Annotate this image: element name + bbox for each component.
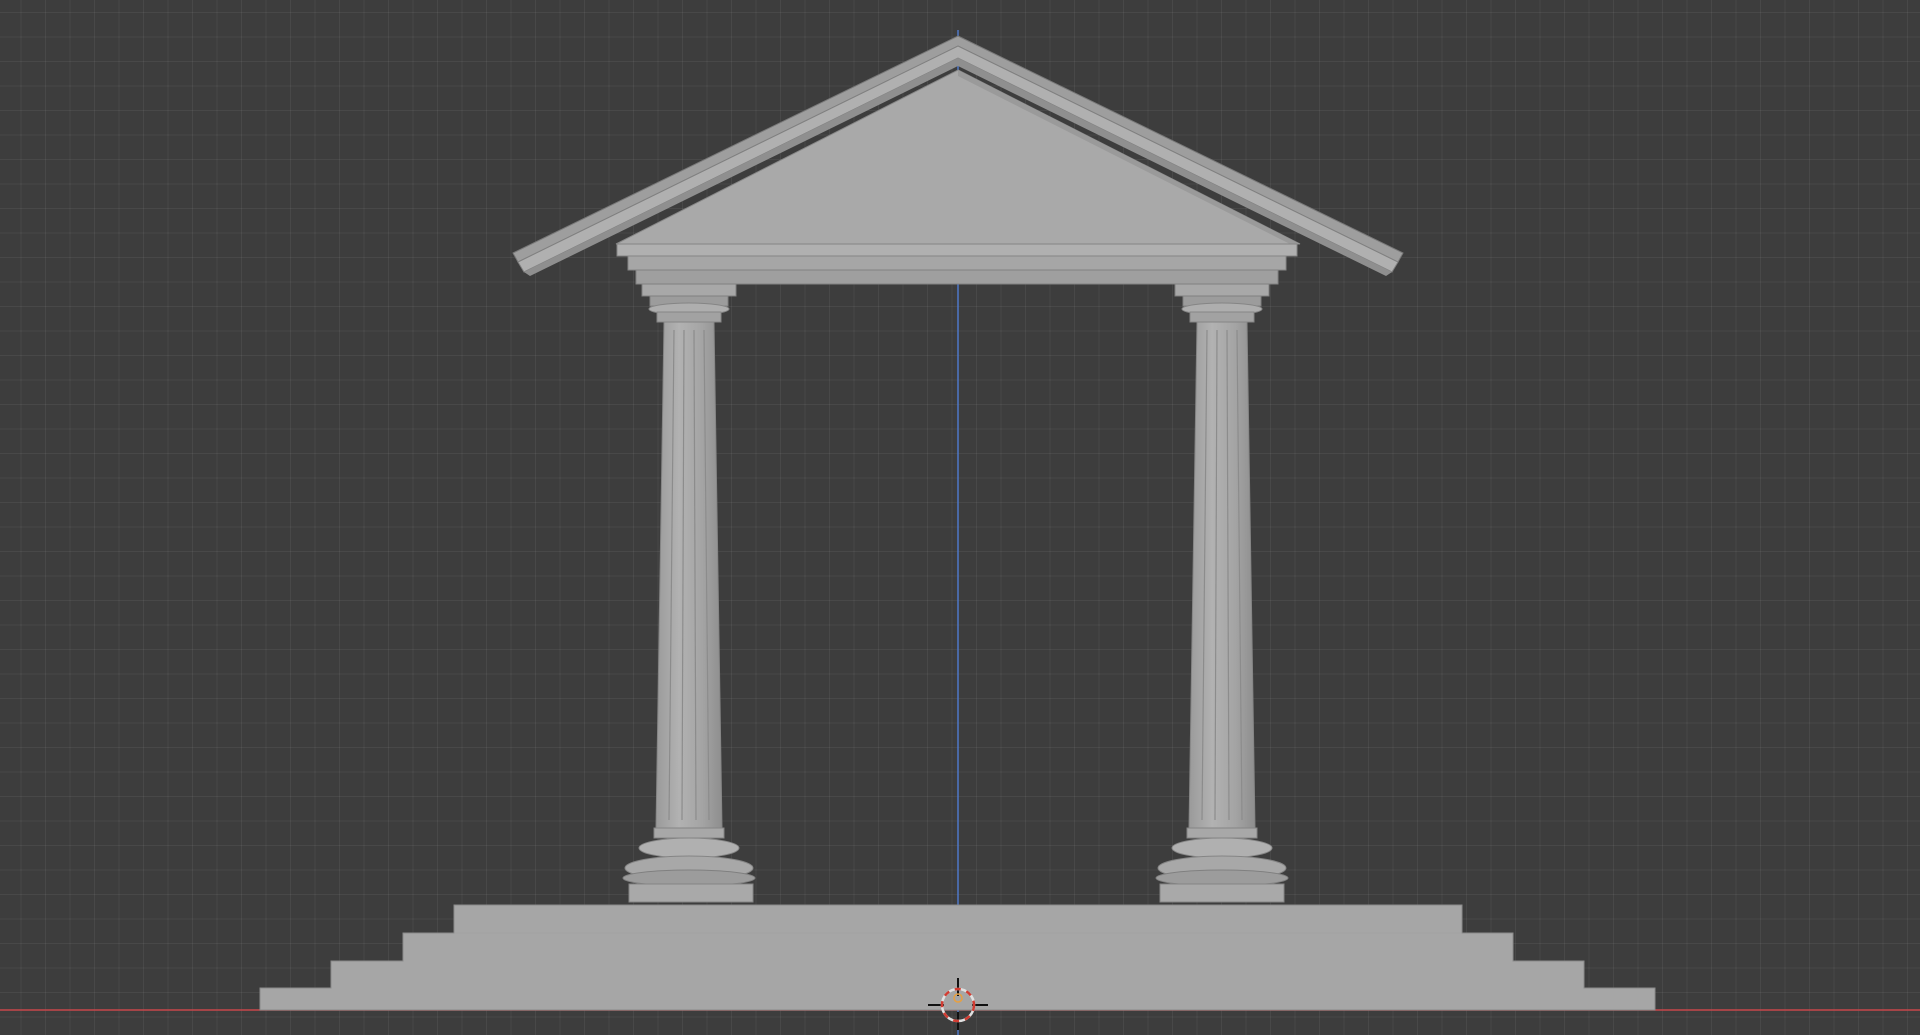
viewport-scene[interactable] xyxy=(0,0,1920,1035)
pediment[interactable] xyxy=(512,35,1404,276)
column-right[interactable] xyxy=(1155,283,1289,903)
column-left[interactable] xyxy=(622,283,756,903)
3d-viewport[interactable] xyxy=(0,0,1920,1035)
architrave[interactable] xyxy=(616,243,1298,285)
